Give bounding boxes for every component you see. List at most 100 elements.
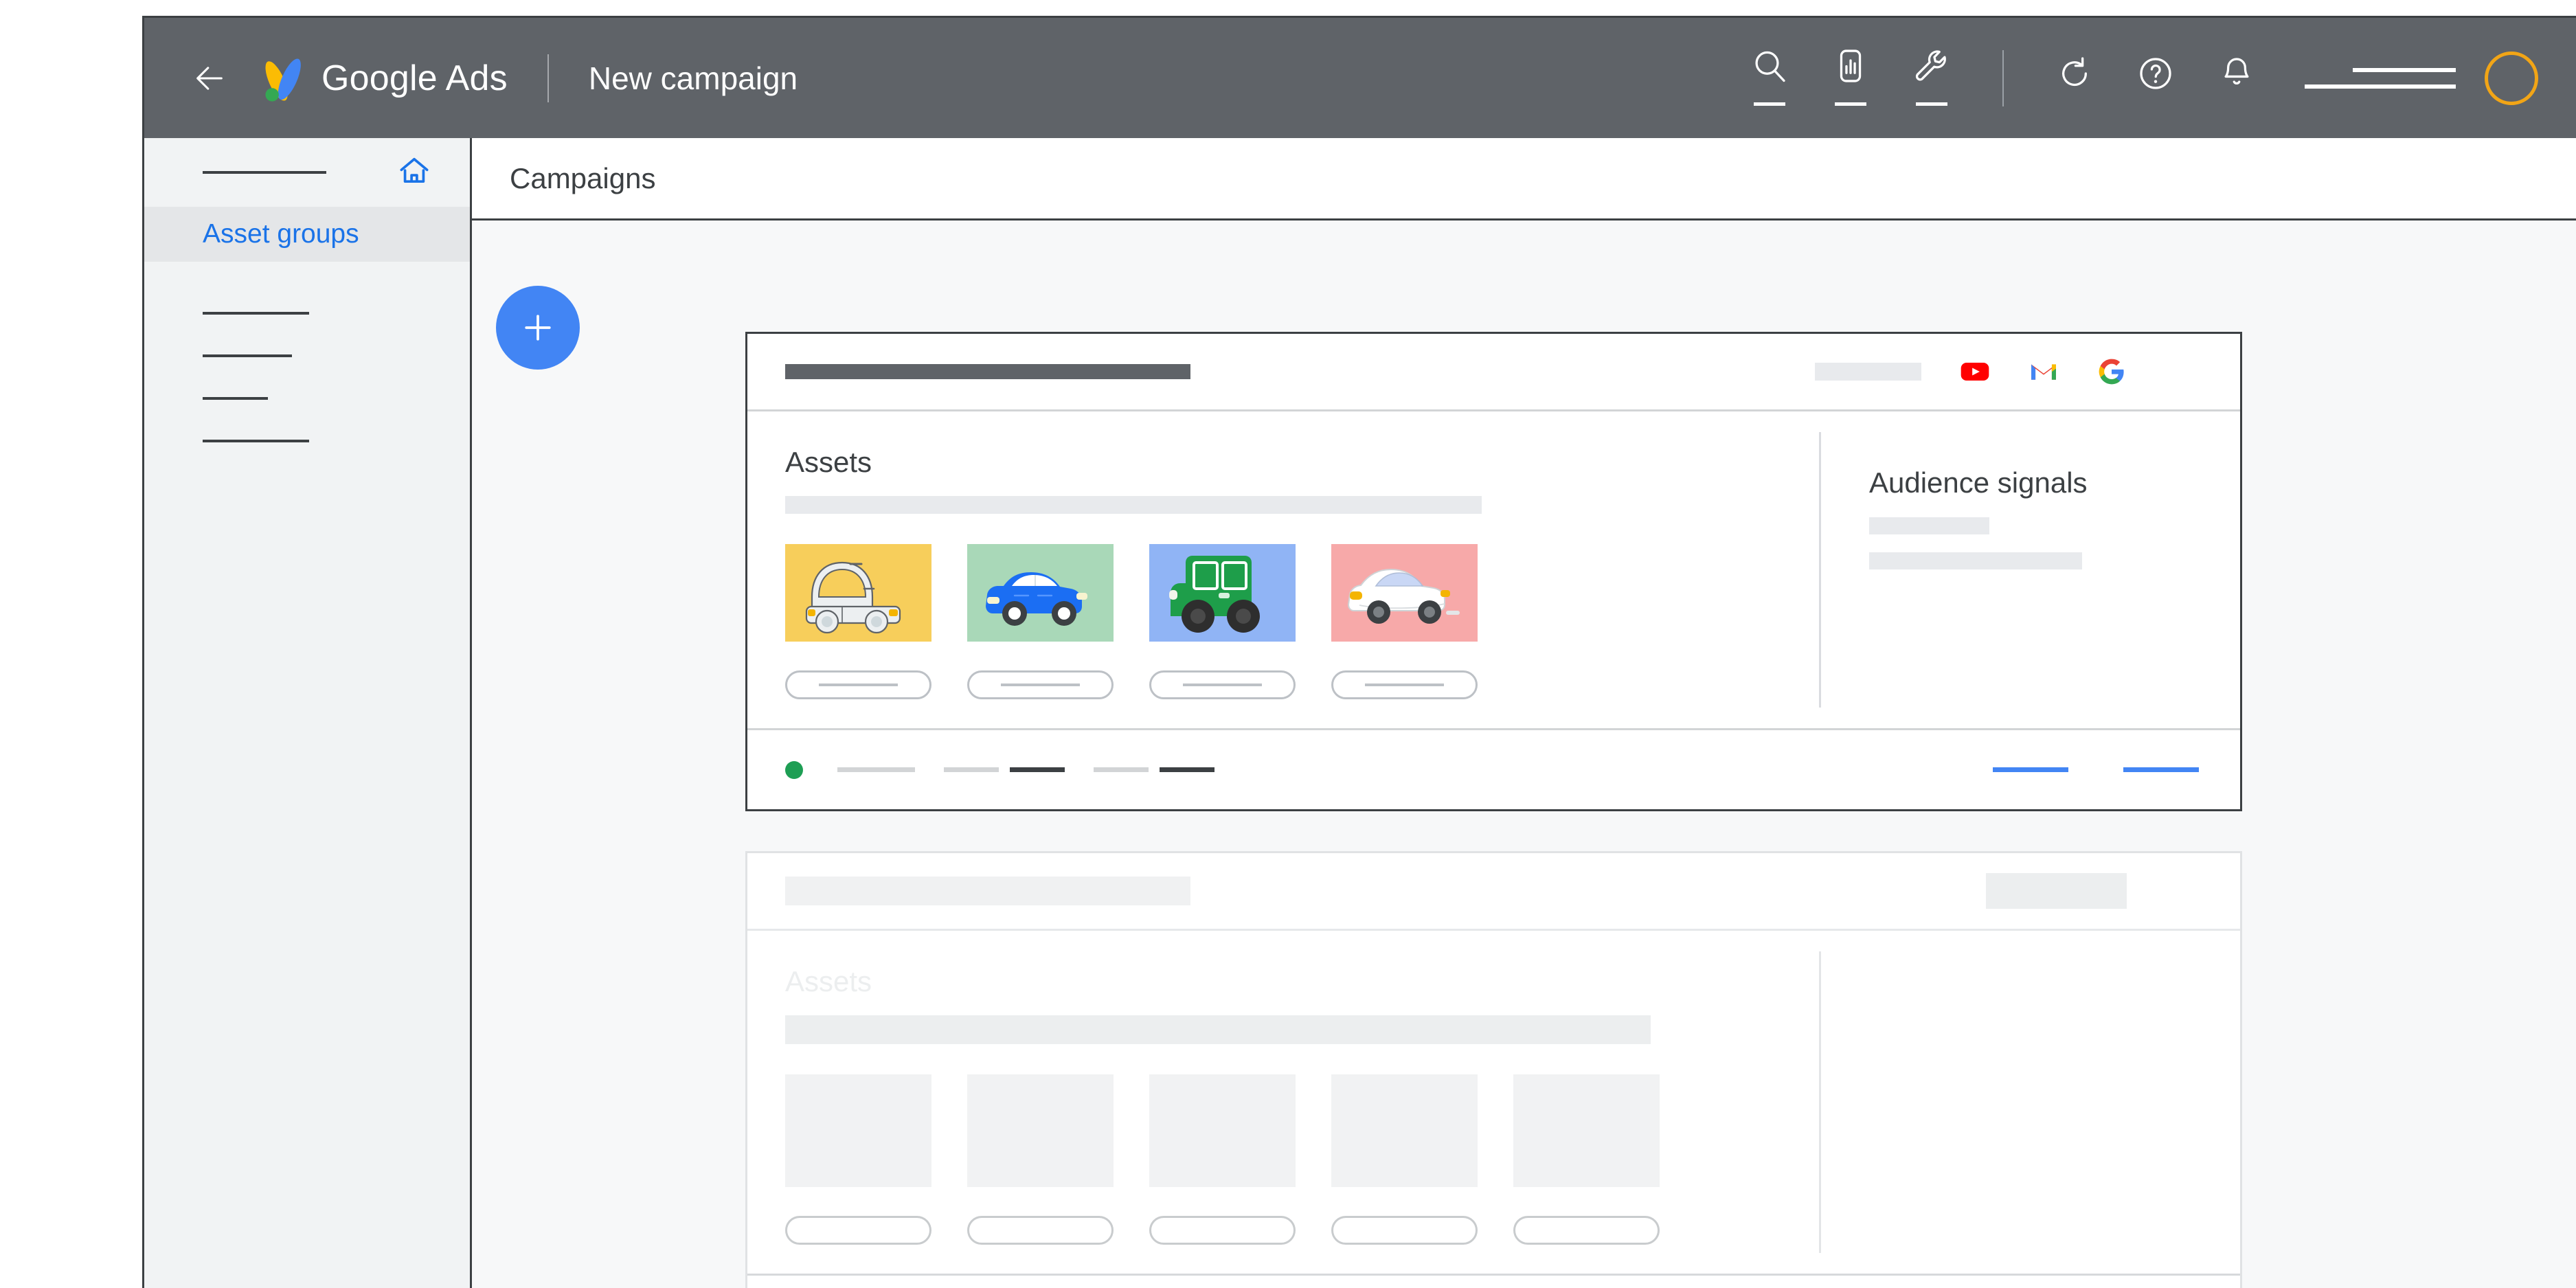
asset-group-name-placeholder: [785, 877, 1190, 905]
sidebar-placeholder-item[interactable]: [203, 312, 309, 315]
audience-signal-placeholder: [1869, 552, 2082, 569]
google-ads-app-window: Google Ads New campaign Asset groups Cam…: [142, 16, 2576, 1288]
footer-placeholder-line: [1094, 767, 1149, 772]
asset-thumbnail-blue-sedan[interactable]: [967, 544, 1114, 642]
status-badge: [785, 760, 803, 779]
audience-signals-column: [1819, 951, 2240, 1253]
avatar[interactable]: [2485, 51, 2538, 105]
asset-label-pill[interactable]: [1513, 1216, 1660, 1245]
audience-signals-column: Audience signals: [1819, 432, 2240, 708]
pill-placeholder-line: [1001, 683, 1080, 686]
asset-label-pill[interactable]: [1331, 1216, 1478, 1245]
top-app-bar: Google Ads New campaign: [144, 18, 2576, 138]
home-icon[interactable]: [396, 153, 432, 192]
add-asset-group-button[interactable]: [496, 286, 580, 370]
asset-label-pill[interactable]: [785, 1216, 931, 1245]
asset-thumbnail-white-sedan[interactable]: [1331, 544, 1478, 642]
assets-column: Assets: [785, 931, 1819, 1274]
footer-placeholder-line: [944, 767, 999, 772]
audience-signal-placeholder: [1869, 517, 1989, 534]
asset-thumbnail-placeholder[interactable]: [785, 1074, 931, 1187]
topbar-divider: [547, 54, 549, 102]
search-underline: [1754, 102, 1785, 106]
asset-thumbnail-placeholder[interactable]: [967, 1074, 1114, 1187]
asset-label-pill[interactable]: [1331, 670, 1478, 699]
card-header-chip-placeholder: [1815, 363, 1921, 381]
asset-group-card[interactable]: Assets: [745, 851, 2242, 1288]
asset-group-card-header: [747, 334, 2240, 411]
page-title: Campaigns: [510, 161, 656, 194]
asset-group-name-placeholder: [785, 364, 1190, 379]
search-icon[interactable]: [1745, 47, 1794, 110]
assets-heading: Assets: [785, 446, 872, 478]
pill-placeholder-line: [1183, 683, 1262, 686]
help-icon[interactable]: [2132, 54, 2180, 102]
back-button[interactable]: [172, 60, 247, 96]
main-content-area: Campaigns Assets Audience signals Assets: [472, 138, 2576, 1288]
white-hatchback-icon: [805, 561, 901, 634]
footer-links: [1938, 767, 2199, 772]
asset-label-pill[interactable]: [1149, 1216, 1296, 1245]
reports-icon[interactable]: [1827, 47, 1875, 110]
sidebar-account-placeholder: [203, 171, 326, 174]
asset-thumbnail-placeholder[interactable]: [1331, 1074, 1478, 1187]
asset-thumbnail-green-van[interactable]: [1149, 544, 1296, 642]
footer-link-placeholder[interactable]: [1993, 767, 2068, 772]
green-van-icon: [1168, 556, 1260, 633]
notifications-icon[interactable]: [2213, 54, 2261, 102]
asset-thumbnail-placeholder[interactable]: [1149, 1074, 1296, 1187]
tools-icon[interactable]: [1908, 47, 1956, 110]
assets-heading: Assets: [785, 965, 872, 997]
asset-label-pill-row: [785, 1216, 1819, 1245]
asset-thumbnail-row: [785, 544, 1819, 642]
gmail-icon: [2029, 357, 2059, 387]
asset-group-card[interactable]: Assets: [745, 332, 2242, 811]
youtube-icon: [1959, 356, 1991, 387]
plus-icon: [525, 315, 551, 341]
asset-label-pill[interactable]: [967, 670, 1114, 699]
asset-label-pill[interactable]: [785, 670, 931, 699]
pill-placeholder-line: [819, 683, 898, 686]
account-name-placeholder[interactable]: [2305, 56, 2456, 101]
pill-placeholder-line: [1365, 683, 1444, 686]
refresh-icon[interactable]: [2050, 54, 2099, 102]
asset-group-card-footer: [747, 728, 2240, 809]
footer-placeholder-line: [1160, 767, 1214, 772]
google-ads-logo-icon: [265, 58, 301, 102]
sidebar-placeholder-item[interactable]: [203, 440, 309, 442]
topbar-actions-divider: [2002, 49, 2004, 106]
reports-underline: [1835, 102, 1866, 106]
tools-underline: [1916, 102, 1947, 106]
sidebar-account-row[interactable]: [144, 138, 470, 207]
account-placeholder-line: [2353, 67, 2456, 72]
assets-column: Assets: [785, 411, 1819, 728]
white-sedan-icon: [1347, 568, 1460, 624]
card-header-right: [1815, 356, 2127, 387]
asset-group-card-body: Assets: [747, 411, 2240, 728]
content-header: Campaigns: [472, 138, 2576, 221]
asset-label-pill[interactable]: [967, 1216, 1114, 1245]
asset-thumbnail-hatchback[interactable]: [785, 544, 931, 642]
sidebar-placeholder-item[interactable]: [203, 354, 292, 357]
audience-signals-heading: Audience signals: [1869, 466, 2088, 499]
card-header-right: [1986, 873, 2127, 909]
page-context-label: New campaign: [588, 60, 798, 96]
asset-label-pill[interactable]: [1149, 670, 1296, 699]
asset-group-card-footer: [747, 1274, 2240, 1288]
asset-thumbnail-placeholder[interactable]: [1513, 1074, 1660, 1187]
asset-label-pill-row: [785, 670, 1819, 699]
assets-description-placeholder: [785, 1015, 1651, 1044]
brand-logo-group[interactable]: Google Ads: [261, 54, 508, 102]
sidebar-item-asset-groups[interactable]: Asset groups: [144, 207, 470, 262]
topbar-actions: [1729, 47, 2576, 110]
assets-description-placeholder: [785, 496, 1482, 514]
account-placeholder-line: [2305, 84, 2456, 89]
asset-thumbnail-row: [785, 1074, 1819, 1187]
brand-name: Google Ads: [321, 58, 508, 98]
footer-placeholder-line: [837, 767, 915, 772]
card-header-chip-placeholder: [1986, 873, 2127, 909]
footer-link-placeholder[interactable]: [2123, 767, 2199, 772]
sidebar-item-label: Asset groups: [203, 219, 359, 249]
blue-sedan-icon: [985, 572, 1087, 626]
sidebar-placeholder-item[interactable]: [203, 397, 268, 400]
